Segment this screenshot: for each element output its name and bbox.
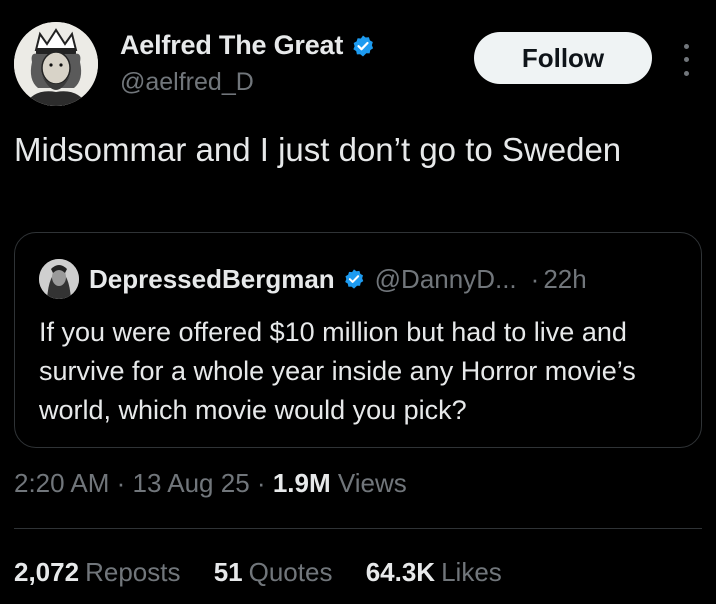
more-dot bbox=[683, 57, 689, 63]
quoted-author-name[interactable]: DepressedBergman bbox=[89, 264, 335, 295]
quoted-separator: · bbox=[530, 263, 540, 294]
quoted-tweet-header: DepressedBergman @DannyD... · 22h bbox=[39, 259, 587, 299]
author-avatar[interactable] bbox=[14, 22, 98, 106]
likes-count: 64.3K bbox=[365, 557, 436, 587]
quotes-count: 51 bbox=[213, 557, 243, 587]
author-name[interactable]: Aelfred The Great bbox=[120, 30, 343, 61]
more-dot bbox=[683, 44, 689, 50]
reposts-stat[interactable]: 2,072 Reposts bbox=[14, 557, 180, 588]
views-count: 1.9M bbox=[272, 468, 331, 498]
quotes-label: Quotes bbox=[248, 557, 333, 587]
tweet-text: Midsommar and I just don’t go to Sweden bbox=[14, 131, 622, 168]
meta-separator: · bbox=[256, 468, 266, 498]
more-dot bbox=[683, 70, 689, 76]
quoted-tweet-text: If you were offered $10 million but had … bbox=[39, 317, 636, 425]
quoted-author-handle[interactable]: @DannyD... bbox=[375, 264, 517, 295]
bergman-portrait-icon bbox=[39, 259, 79, 299]
reposts-label: Reposts bbox=[85, 557, 181, 587]
views-label: Views bbox=[337, 468, 407, 498]
quotes-stat[interactable]: 51 Quotes bbox=[214, 557, 333, 588]
likes-label: Likes bbox=[441, 557, 502, 587]
verified-badge-icon bbox=[344, 269, 363, 289]
tweet-time[interactable]: 2:20 AM bbox=[14, 468, 109, 498]
likes-stat[interactable]: 64.3K Likes bbox=[366, 557, 502, 588]
author-name-row[interactable]: Aelfred The Great bbox=[120, 30, 375, 61]
king-portrait-icon bbox=[14, 22, 98, 106]
engagement-stats: 2,072 Reposts 51 Quotes 64.3K Likes bbox=[14, 557, 528, 588]
reposts-count: 2,072 bbox=[14, 557, 80, 587]
more-vertical-icon[interactable] bbox=[674, 40, 698, 80]
quoted-timestamp[interactable]: 22h bbox=[543, 264, 586, 295]
follow-button[interactable]: Follow bbox=[474, 32, 652, 84]
divider bbox=[14, 528, 702, 529]
quoted-author-avatar[interactable] bbox=[39, 259, 79, 299]
verified-badge-icon bbox=[353, 35, 374, 56]
author-handle[interactable]: @aelfred_D bbox=[120, 68, 254, 97]
tweet-date[interactable]: 13 Aug 25 bbox=[133, 468, 250, 498]
tweet-meta: 2:20 AM · 13 Aug 25 · 1.9M Views bbox=[14, 468, 407, 499]
quoted-tweet[interactable]: DepressedBergman @DannyD... · 22h If you… bbox=[14, 232, 702, 448]
tweet-header: Aelfred The Great @aelfred_D Follow bbox=[14, 22, 702, 106]
meta-separator: · bbox=[116, 468, 126, 498]
